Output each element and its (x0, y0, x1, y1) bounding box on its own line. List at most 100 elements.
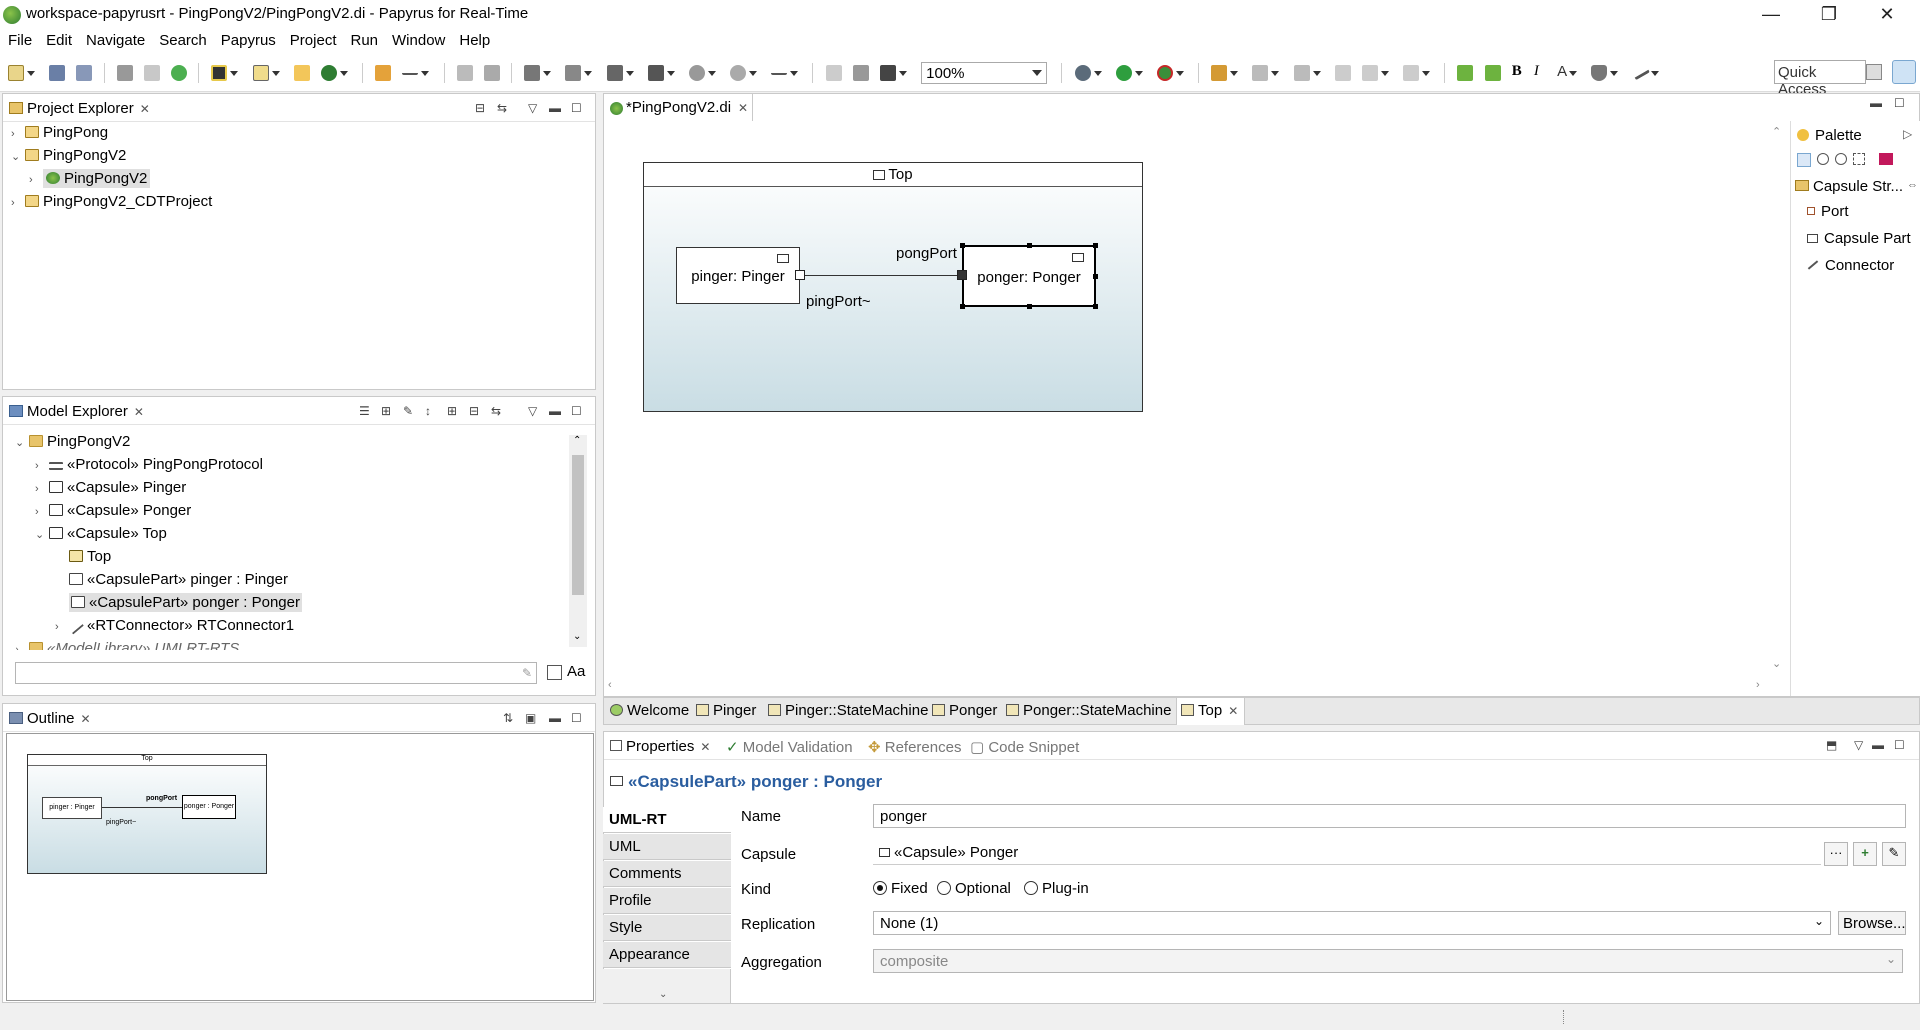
scroll-down-icon[interactable]: ⌄ (573, 631, 581, 642)
diagram-tab-pinger-statemachine[interactable]: Pinger::StateMachine (768, 702, 928, 719)
close-icon[interactable]: ✕ (140, 102, 150, 116)
chevron-down-icon[interactable] (27, 71, 35, 76)
tree-item-cdtproject[interactable]: › PingPongV2_CDTProject (11, 193, 212, 216)
align-icon[interactable] (606, 65, 623, 81)
tree-item-connector[interactable]: › «RTConnector» RTConnector1 (55, 617, 294, 640)
selection-handle[interactable] (1027, 243, 1032, 248)
sort-icon[interactable]: ↕ (425, 404, 431, 418)
chevron-down-icon[interactable] (1380, 71, 1389, 76)
tab-references[interactable]: ✥ References (868, 738, 961, 756)
menu-edit[interactable]: Edit (39, 30, 79, 49)
chevron-right-icon[interactable]: › (29, 174, 43, 186)
minimize-view-icon[interactable]: ▬ (549, 404, 561, 418)
close-icon[interactable]: ✕ (134, 405, 144, 419)
tree-item-model-root[interactable]: ⌄ PingPongV2 (15, 433, 130, 456)
chevron-down-icon[interactable] (1271, 71, 1280, 76)
chevron-down-icon[interactable] (230, 71, 239, 76)
link-icon[interactable] (375, 65, 392, 81)
selection-handle[interactable] (1093, 274, 1098, 279)
menu-help[interactable]: Help (452, 30, 497, 49)
zoom-out-icon[interactable] (1835, 153, 1847, 165)
navigate-forward-icon[interactable] (1484, 65, 1501, 81)
chevron-right-icon[interactable]: › (11, 128, 25, 140)
kind-radio-plugin[interactable]: Plug-in (1024, 880, 1089, 897)
scroll-up-icon[interactable]: ⌃ (1772, 125, 1781, 138)
tab-code-snippet[interactable]: ▢ Code Snippet (970, 738, 1079, 756)
scroll-left-icon[interactable]: ‹ (608, 679, 612, 691)
replication-combo[interactable]: None (1) ⌄ (873, 911, 1831, 935)
tab-model-validation[interactable]: ✓ Model Validation (726, 738, 853, 756)
select-tool-icon[interactable] (1797, 153, 1811, 167)
note-tool-icon[interactable] (1879, 153, 1893, 165)
run-external-icon[interactable] (1156, 65, 1173, 81)
chevron-down-icon[interactable] (1610, 71, 1619, 76)
scrollbar-thumb[interactable] (572, 455, 584, 595)
arrow-right-icon[interactable] (402, 65, 419, 75)
tree-item-capsule-ponger[interactable]: › «Capsule» Ponger (35, 502, 191, 525)
tree-item-capsule-top[interactable]: ⌄ «Capsule» Top (35, 525, 167, 548)
outline-overview-icon[interactable]: ▣ (525, 711, 536, 725)
diagram-tab-ponger[interactable]: Ponger (932, 702, 997, 719)
copy-format-icon[interactable] (456, 65, 473, 81)
outline-tree-icon[interactable]: ⇅ (503, 711, 513, 725)
collapse-all-icon[interactable]: ⊟ (475, 101, 485, 115)
browse-button[interactable]: Browse... (1838, 911, 1906, 935)
route-icon[interactable] (730, 65, 747, 81)
side-tab-comments[interactable]: Comments (603, 861, 731, 887)
distribute-icon[interactable] (647, 65, 664, 81)
diagram-tab-top[interactable]: Top ✕ (1176, 698, 1246, 725)
view-menu-icon[interactable]: ▽ (528, 404, 537, 418)
scroll-right-icon[interactable]: › (1756, 679, 1760, 691)
side-tab-profile[interactable]: Profile (603, 888, 731, 914)
scroll-down-icon[interactable]: ⌄ (659, 989, 667, 1000)
save-all-icon[interactable] (76, 65, 93, 81)
capsule-field[interactable]: «Capsule» Ponger (873, 841, 1821, 865)
maximize-view-icon[interactable]: ☐ (571, 711, 582, 725)
selection-handle[interactable] (960, 243, 965, 248)
chevron-down-icon[interactable] (666, 71, 675, 76)
refresh-icon[interactable] (171, 65, 188, 81)
last-edit-icon[interactable] (1334, 65, 1351, 81)
minimize-view-icon[interactable]: ▬ (549, 711, 561, 725)
chevron-down-icon[interactable] (1093, 71, 1102, 76)
case-sensitive-checkbox[interactable] (547, 665, 562, 680)
chevron-down-icon[interactable] (584, 71, 593, 76)
pongport-port[interactable] (957, 270, 967, 280)
bold-button[interactable]: B (1512, 63, 1522, 80)
view-menu-icon[interactable]: ▽ (528, 101, 537, 115)
arrange-icon[interactable] (565, 65, 582, 81)
chevron-down-icon[interactable] (898, 71, 907, 76)
edit-capsule-button[interactable]: ✎ (1882, 842, 1906, 866)
editor-tab-pingpongv2[interactable]: *PingPongV2.di ✕ (603, 93, 753, 121)
next-annotation-icon[interactable] (1252, 65, 1269, 81)
outline-canvas[interactable]: Top pinger : Pinger ponger : Ponger pong… (6, 733, 594, 1001)
radio-button-checked[interactable] (873, 881, 887, 895)
capsule-top-frame[interactable]: Top pinger: Pinger ponger: Ponger pongPo… (643, 162, 1143, 412)
chevron-down-icon[interactable] (1422, 71, 1431, 76)
maximize-view-icon[interactable]: ☐ (571, 101, 582, 115)
edit-icon[interactable] (143, 65, 160, 81)
minimize-view-icon[interactable]: ▬ (1870, 96, 1882, 110)
create-capsule-button[interactable]: + (1853, 842, 1877, 866)
font-color-button[interactable]: A (1557, 63, 1567, 80)
part-ponger[interactable]: ponger: Ponger (962, 245, 1096, 307)
close-window-button[interactable]: ✕ (1864, 0, 1910, 30)
selection-handle[interactable] (960, 304, 965, 309)
chevron-down-icon[interactable]: ⌄ (35, 528, 49, 541)
collapse-all-icon[interactable]: ⊟ (469, 404, 479, 418)
tree-item-capsule-pinger[interactable]: › «Capsule» Pinger (35, 479, 186, 502)
chevron-down-icon[interactable] (1569, 71, 1578, 76)
chevron-down-icon[interactable] (543, 71, 552, 76)
tree-item-part-ponger[interactable]: «CapsulePart» ponger : Ponger (55, 593, 302, 617)
radio-button[interactable] (937, 881, 951, 895)
tree-icon[interactable]: ⊞ (381, 404, 391, 418)
chevron-down-icon[interactable] (1651, 71, 1660, 76)
papyrus-perspective-icon[interactable] (1892, 60, 1916, 84)
chevron-down-icon[interactable] (790, 71, 799, 76)
maximize-view-icon[interactable]: ☐ (571, 404, 582, 418)
radio-button[interactable] (1024, 881, 1038, 895)
menu-navigate[interactable]: Navigate (79, 30, 152, 49)
pin-view-icon[interactable]: ⬒ (1826, 738, 1837, 752)
close-icon[interactable]: ✕ (738, 101, 748, 115)
palette-collapse-icon[interactable]: ▷ (1903, 127, 1912, 141)
